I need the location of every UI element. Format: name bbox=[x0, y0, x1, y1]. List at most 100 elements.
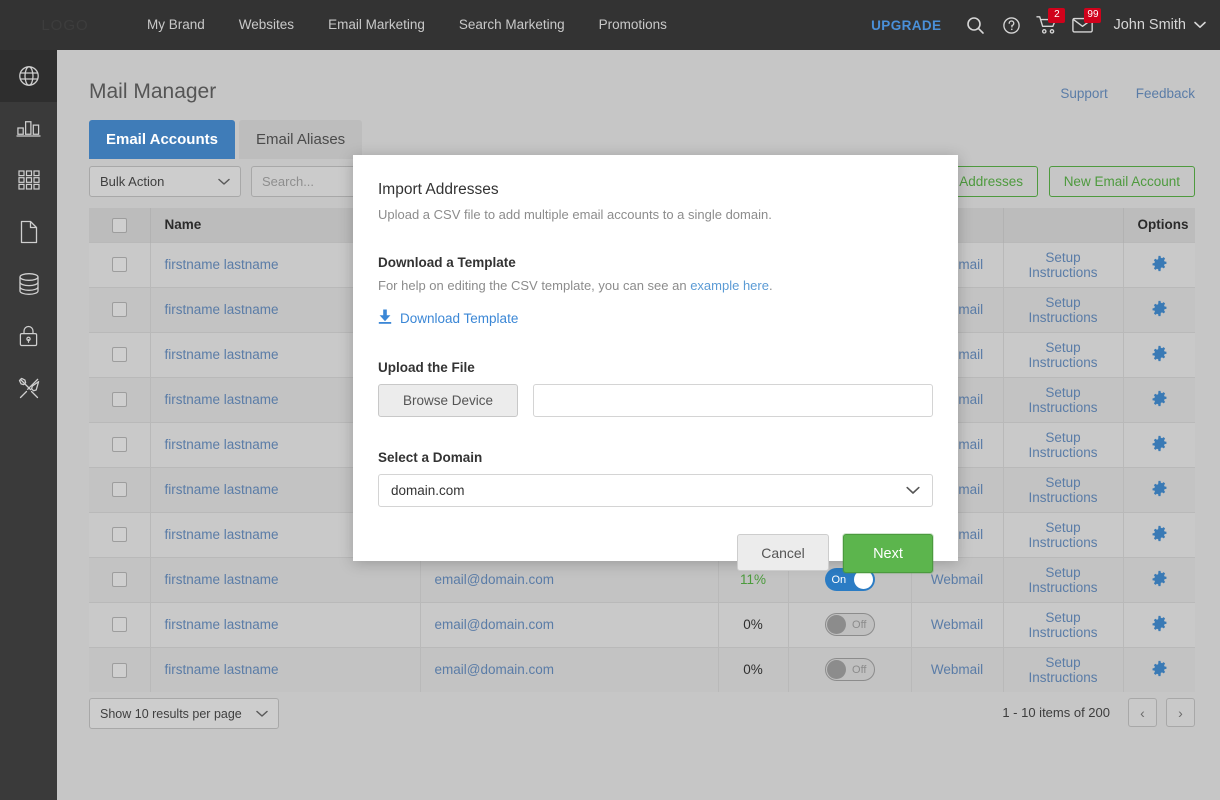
gear-icon[interactable] bbox=[1151, 660, 1168, 680]
row-name-link[interactable]: firstname lastname bbox=[165, 437, 279, 452]
modal-actions: Cancel Next bbox=[378, 534, 933, 573]
row-name-link[interactable]: firstname lastname bbox=[165, 662, 279, 677]
row-select-cell bbox=[89, 287, 150, 332]
help-button[interactable] bbox=[993, 0, 1029, 50]
cart-button[interactable]: 2 bbox=[1029, 0, 1065, 50]
sidebar-item-analytics[interactable] bbox=[0, 102, 57, 154]
row-select-cell bbox=[89, 557, 150, 602]
domain-select[interactable]: domain.com bbox=[378, 474, 933, 507]
nav-link-promotions[interactable]: Promotions bbox=[582, 0, 684, 50]
browse-device-button[interactable]: Browse Device bbox=[378, 384, 518, 417]
new-email-account-button[interactable]: New Email Account bbox=[1049, 166, 1195, 197]
gear-icon[interactable] bbox=[1151, 300, 1168, 320]
brand-logo[interactable]: LOGO bbox=[0, 0, 130, 50]
search-button[interactable] bbox=[957, 0, 993, 50]
nav-link-search-marketing[interactable]: Search Marketing bbox=[442, 0, 582, 50]
row-name-link[interactable]: firstname lastname bbox=[165, 392, 279, 407]
sidebar-item-globe[interactable] bbox=[0, 50, 57, 102]
chevron-down-icon bbox=[906, 483, 920, 498]
row-status-toggle[interactable]: Off bbox=[825, 613, 875, 636]
row-name-link[interactable]: firstname lastname bbox=[165, 617, 279, 632]
row-setup-instructions-link[interactable]: Setup Instructions bbox=[1028, 655, 1097, 685]
gear-icon[interactable] bbox=[1151, 480, 1168, 500]
row-select-cell bbox=[89, 377, 150, 422]
row-options-cell bbox=[1123, 602, 1195, 647]
file-path-input[interactable] bbox=[533, 384, 933, 417]
row-setup-instructions-link[interactable]: Setup Instructions bbox=[1028, 430, 1097, 460]
row-email-link[interactable]: email@domain.com bbox=[435, 617, 555, 632]
row-checkbox[interactable] bbox=[112, 437, 127, 452]
cancel-button[interactable]: Cancel bbox=[737, 534, 829, 571]
row-name-link[interactable]: firstname lastname bbox=[165, 572, 279, 587]
row-webmail-link[interactable]: Webmail bbox=[931, 662, 983, 677]
sidebar-item-databases[interactable] bbox=[0, 258, 57, 310]
row-name-link[interactable]: firstname lastname bbox=[165, 257, 279, 272]
pagination-next-button[interactable]: › bbox=[1166, 698, 1195, 727]
upgrade-link[interactable]: UPGRADE bbox=[871, 18, 941, 33]
tab-email-accounts[interactable]: Email Accounts bbox=[89, 120, 235, 159]
gear-icon[interactable] bbox=[1151, 615, 1168, 635]
import-addresses-modal: Import Addresses Upload a CSV file to ad… bbox=[353, 155, 958, 561]
row-options-cell bbox=[1123, 422, 1195, 467]
row-checkbox[interactable] bbox=[112, 257, 127, 272]
user-menu[interactable]: John Smith bbox=[1113, 17, 1206, 33]
support-link[interactable]: Support bbox=[1060, 86, 1107, 101]
example-here-link[interactable]: example here bbox=[690, 278, 769, 293]
page-help-links: Support Feedback bbox=[1060, 86, 1195, 101]
results-per-page-dropdown[interactable]: Show 10 results per page bbox=[89, 698, 279, 729]
row-email-link[interactable]: email@domain.com bbox=[435, 572, 555, 587]
row-setup-instructions-link[interactable]: Setup Instructions bbox=[1028, 610, 1097, 640]
nav-link-websites[interactable]: Websites bbox=[222, 0, 311, 50]
row-setup-instructions-link[interactable]: Setup Instructions bbox=[1028, 520, 1097, 550]
row-setup-instructions-link[interactable]: Setup Instructions bbox=[1028, 295, 1097, 325]
row-checkbox[interactable] bbox=[112, 572, 127, 587]
row-checkbox[interactable] bbox=[112, 347, 127, 362]
next-button[interactable]: Next bbox=[843, 534, 933, 573]
pagination-prev-button[interactable]: ‹ bbox=[1128, 698, 1157, 727]
row-setup-instructions-link[interactable]: Setup Instructions bbox=[1028, 565, 1097, 595]
bulk-action-dropdown[interactable]: Bulk Action bbox=[89, 166, 241, 197]
row-checkbox[interactable] bbox=[112, 527, 127, 542]
row-setup-instructions-link[interactable]: Setup Instructions bbox=[1028, 340, 1097, 370]
row-status-toggle[interactable]: Off bbox=[825, 658, 875, 681]
sidebar-item-files[interactable] bbox=[0, 206, 57, 258]
row-checkbox[interactable] bbox=[112, 617, 127, 632]
download-template-link[interactable]: Download Template bbox=[378, 309, 933, 327]
gear-icon[interactable] bbox=[1151, 390, 1168, 410]
row-checkbox[interactable] bbox=[112, 482, 127, 497]
sidebar-item-security[interactable] bbox=[0, 310, 57, 362]
tab-email-aliases[interactable]: Email Aliases bbox=[239, 120, 362, 159]
select-all-header bbox=[89, 208, 150, 242]
row-setup-instructions-link[interactable]: Setup Instructions bbox=[1028, 385, 1097, 415]
sidebar-item-apps[interactable] bbox=[0, 154, 57, 206]
row-setup-instructions-link[interactable]: Setup Instructions bbox=[1028, 250, 1097, 280]
row-webmail-link[interactable]: Webmail bbox=[931, 617, 983, 632]
row-name-link[interactable]: firstname lastname bbox=[165, 302, 279, 317]
gear-icon[interactable] bbox=[1151, 255, 1168, 275]
lock-icon bbox=[18, 324, 39, 348]
row-email-link[interactable]: email@domain.com bbox=[435, 662, 555, 677]
row-name-link[interactable]: firstname lastname bbox=[165, 347, 279, 362]
messages-button[interactable]: 99 bbox=[1065, 0, 1101, 50]
nav-link-my-brand[interactable]: My Brand bbox=[130, 0, 222, 50]
tab-bar: Email Accounts Email Aliases bbox=[89, 120, 362, 159]
row-setup-cell: Setup Instructions bbox=[1003, 467, 1123, 512]
nav-link-email-marketing[interactable]: Email Marketing bbox=[311, 0, 442, 50]
row-checkbox[interactable] bbox=[112, 663, 127, 678]
row-options-cell bbox=[1123, 512, 1195, 557]
row-name-link[interactable]: firstname lastname bbox=[165, 482, 279, 497]
sidebar-item-tools[interactable] bbox=[0, 362, 57, 414]
gear-icon[interactable] bbox=[1151, 435, 1168, 455]
gear-icon[interactable] bbox=[1151, 525, 1168, 545]
search-placeholder: Search... bbox=[262, 174, 314, 189]
select-all-checkbox[interactable] bbox=[112, 218, 127, 233]
row-checkbox[interactable] bbox=[112, 392, 127, 407]
gear-icon[interactable] bbox=[1151, 345, 1168, 365]
left-sidebar bbox=[0, 50, 57, 800]
row-name-link[interactable]: firstname lastname bbox=[165, 527, 279, 542]
row-setup-instructions-link[interactable]: Setup Instructions bbox=[1028, 475, 1097, 505]
feedback-link[interactable]: Feedback bbox=[1136, 86, 1195, 101]
row-webmail-link[interactable]: Webmail bbox=[931, 572, 983, 587]
row-checkbox[interactable] bbox=[112, 302, 127, 317]
gear-icon[interactable] bbox=[1151, 570, 1168, 590]
